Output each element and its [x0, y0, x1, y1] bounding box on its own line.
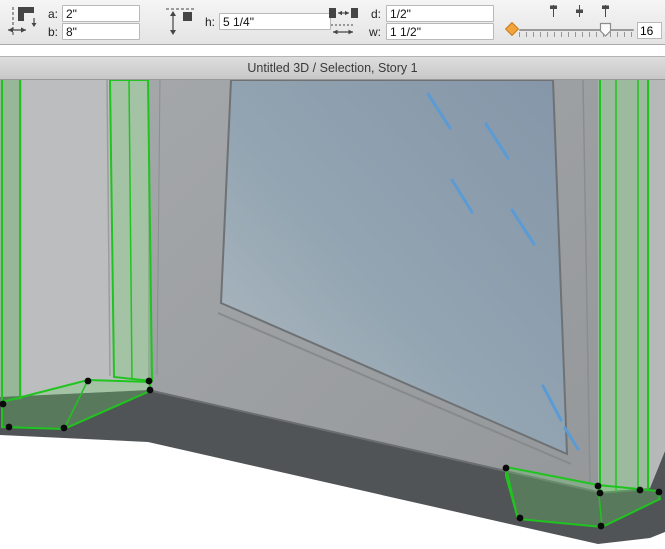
- slider-value-input[interactable]: [637, 22, 662, 39]
- field-a-label: a:: [48, 7, 59, 21]
- right-wall[interactable]: [650, 80, 665, 488]
- slider-ticks: [519, 32, 634, 37]
- selection-left-strip[interactable]: [0, 80, 22, 402]
- field-a-input[interactable]: [62, 5, 140, 22]
- mini-slider-icon-3[interactable]: [600, 3, 611, 24]
- selection-right-jamb[interactable]: [598, 80, 650, 494]
- 3d-viewport[interactable]: [0, 80, 665, 549]
- field-w-label: w:: [369, 25, 381, 39]
- door-jamb-thickness-icon[interactable]: [325, 4, 367, 45]
- field-d-label: d:: [371, 7, 382, 21]
- mini-slider-icon-2[interactable]: [574, 3, 585, 24]
- mini-slider-icon-1[interactable]: [548, 3, 559, 24]
- 3d-door-selection-scene[interactable]: [0, 80, 665, 549]
- viewport-title: Untitled 3D / Selection, Story 1: [247, 61, 418, 75]
- marker-diamond-icon[interactable]: [504, 21, 520, 37]
- selection-left-jamb[interactable]: [108, 80, 154, 383]
- door-reveal-dimensions-icon[interactable]: [5, 4, 45, 45]
- detail-slider[interactable]: [519, 22, 634, 37]
- field-b-label: b:: [48, 25, 59, 39]
- field-w-input[interactable]: [386, 23, 494, 40]
- field-h-label: h:: [205, 15, 216, 29]
- slider-track[interactable]: [519, 29, 634, 31]
- info-box-toolbar: a: b: h: d: w:: [0, 0, 665, 45]
- viewport-titlebar: Untitled 3D / Selection, Story 1: [0, 56, 665, 80]
- field-b-input[interactable]: [62, 23, 140, 40]
- field-h-input[interactable]: [219, 13, 331, 30]
- door-header-height-icon[interactable]: [163, 4, 197, 45]
- slider-thumb[interactable]: [599, 22, 612, 37]
- field-d-input[interactable]: [386, 5, 494, 22]
